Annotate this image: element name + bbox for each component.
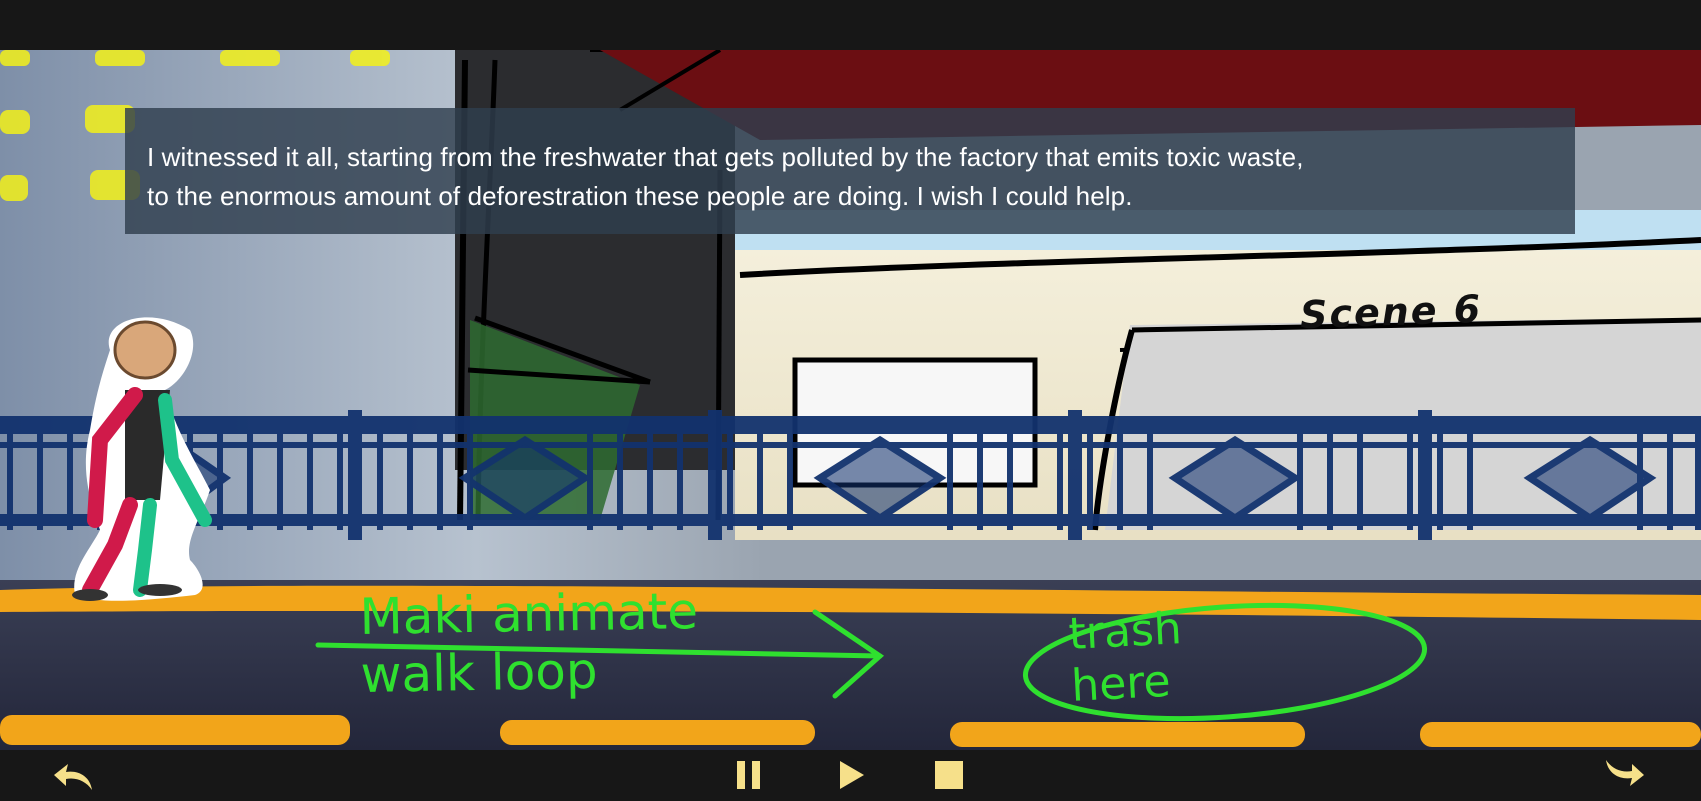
caption-line-2: to the enormous amount of deforestration… xyxy=(147,181,1133,211)
pause-icon xyxy=(737,761,760,789)
caption-line-1: I witnessed it all, starting from the fr… xyxy=(147,142,1304,172)
scene-label: Scene 6 xyxy=(1299,286,1483,338)
stop-button[interactable] xyxy=(927,756,971,794)
back-arrow-icon xyxy=(54,764,92,790)
top-bar xyxy=(0,0,1701,50)
back-button[interactable] xyxy=(52,756,96,794)
stop-icon xyxy=(935,761,963,789)
trash-here-note: trash here xyxy=(1067,603,1183,712)
forward-button[interactable] xyxy=(1602,756,1646,794)
playback-controls xyxy=(0,750,1701,801)
play-button[interactable] xyxy=(830,756,874,794)
play-icon xyxy=(840,761,864,789)
forward-arrow-icon xyxy=(1606,760,1644,786)
pause-button[interactable] xyxy=(727,756,771,794)
narration-caption: I witnessed it all, starting from the fr… xyxy=(125,108,1575,234)
walk-loop-note: Maki animate walk loop xyxy=(359,582,699,704)
caption-text: I witnessed it all, starting from the fr… xyxy=(147,138,1557,216)
